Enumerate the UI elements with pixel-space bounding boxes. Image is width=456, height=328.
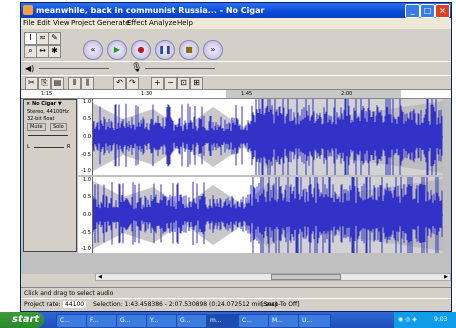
scale-label: 0.0: [83, 134, 91, 140]
track-control-panel[interactable]: × No Cigar ▼ Stereo, 44100Hz 32-bit floa…: [23, 99, 77, 252]
taskbar-item[interactable]: F...: [86, 314, 119, 328]
app-icon: [23, 5, 33, 15]
audacity-window: meanwhile, back in communist Russia... -…: [20, 2, 452, 312]
scale-label: 0.0: [83, 212, 91, 218]
microphone-icon: 🎙: [131, 63, 143, 73]
menu-edit[interactable]: Edit: [37, 19, 51, 27]
waveform-right-channel[interactable]: [93, 177, 443, 253]
pan-left-label: L: [27, 144, 30, 150]
scale-label: 0.5: [83, 116, 91, 122]
taskbar-item[interactable]: C...: [56, 314, 89, 328]
scale-label: 0.5: [83, 194, 91, 200]
skip-end-button[interactable]: »: [203, 40, 223, 60]
pause-button[interactable]: ❚❚: [155, 40, 175, 60]
ruler-tick: 1:30: [141, 91, 153, 97]
pan-slider[interactable]: [34, 147, 64, 148]
solo-button[interactable]: Solo: [50, 123, 67, 131]
amplitude-scale-top: 1.0 0.5 0.0 -0.5 -1.0: [78, 99, 93, 175]
scale-label: -1.0: [81, 168, 91, 174]
skip-start-button[interactable]: «: [83, 40, 103, 60]
menu-view[interactable]: View: [53, 19, 70, 27]
scale-label: -0.5: [81, 230, 91, 236]
maximize-button[interactable]: □: [420, 4, 435, 18]
taskbar-item[interactable]: Y...: [146, 314, 179, 328]
menu-generate[interactable]: Generate: [97, 19, 130, 27]
scale-label: -0.5: [81, 152, 91, 158]
clock: 9:03: [434, 316, 448, 323]
taskbar-item[interactable]: G...: [176, 314, 209, 328]
horizontal-scrollbar[interactable]: ◀ ▶: [95, 273, 451, 281]
snap-status[interactable]: [Snap-To Off]: [261, 301, 299, 308]
menu-analyze[interactable]: Analyze: [149, 19, 177, 27]
status-hint: Click and drag to select audio: [24, 290, 114, 297]
taskbar-item-active[interactable]: m...: [206, 314, 241, 328]
edit-toolbar: ✂ ⎘ ▤ ⫴ ⫼ ↶ ↷ + − ⊡ ⊞: [21, 75, 451, 90]
track-format: 32-bit float: [27, 116, 55, 122]
system-tray: ◉ ◎ ◈ 9:03: [394, 312, 456, 328]
ruler-tick: 1:15: [41, 91, 53, 97]
taskbar: start C... F... G... Y... G... m... C...…: [0, 312, 456, 328]
title-bar[interactable]: meanwhile, back in communist Russia... -…: [21, 3, 451, 18]
project-rate-field[interactable]: 44100: [63, 301, 87, 308]
scroll-left-icon[interactable]: ◀: [96, 274, 104, 280]
scale-label: 1.0: [83, 177, 91, 183]
input-volume-slider[interactable]: [145, 68, 215, 69]
taskbar-item[interactable]: G...: [116, 314, 149, 328]
menu-bar: File Edit View Project Generate Effect A…: [21, 18, 451, 29]
track-info: Stereo, 44100Hz: [27, 109, 69, 115]
ruler-selection: [226, 90, 401, 98]
close-button[interactable]: ×: [435, 4, 450, 18]
scroll-right-icon[interactable]: ▶: [442, 274, 450, 280]
play-button[interactable]: ▶: [107, 40, 127, 60]
selection-bar: Project rate: 44100 Selection: 1:43.4583…: [21, 298, 451, 311]
menu-file[interactable]: File: [23, 19, 35, 27]
mute-button[interactable]: Mute: [27, 123, 46, 131]
output-volume-slider[interactable]: [39, 68, 109, 69]
taskbar-item[interactable]: C...: [238, 314, 271, 328]
selection-info: Selection: 1:43.458386 - 2:07.530898 (0:…: [93, 301, 278, 308]
timeline-ruler[interactable]: 1:15 1:30 1:45 2:00: [21, 89, 451, 99]
track-area: × No Cigar ▼ Stereo, 44100Hz 32-bit floa…: [21, 99, 451, 274]
speaker-icon: ◀): [25, 64, 35, 73]
ruler-tick: 2:00: [341, 91, 353, 97]
taskbar-item[interactable]: U...: [298, 314, 331, 328]
draw-tool-icon[interactable]: ✎: [48, 32, 61, 45]
gain-slider[interactable]: [28, 135, 68, 136]
multi-tool-icon[interactable]: ✱: [48, 45, 61, 58]
pan-right-label: R: [67, 144, 71, 150]
ruler-tick: 1:45: [241, 91, 253, 97]
record-button[interactable]: ●: [131, 40, 151, 60]
scale-label: 1.0: [83, 99, 91, 105]
mixer-toolbar: ◀) 🎙: [21, 61, 451, 75]
tray-icons[interactable]: ◉ ◎ ◈: [398, 312, 417, 328]
waveform-left-channel[interactable]: [93, 99, 443, 175]
minimize-button[interactable]: _: [405, 4, 420, 18]
menu-help[interactable]: Help: [177, 19, 193, 27]
amplitude-scale-bottom: 1.0 0.5 0.0 -0.5 -1.0: [78, 177, 93, 253]
scrollbar-thumb[interactable]: [271, 274, 341, 280]
scale-label: -1.0: [81, 246, 91, 252]
menu-project[interactable]: Project: [71, 19, 95, 27]
menu-effect[interactable]: Effect: [127, 19, 147, 27]
track-name-menu[interactable]: × No Cigar ▼: [26, 101, 62, 107]
window-title: meanwhile, back in communist Russia... -…: [36, 6, 265, 15]
taskbar-item[interactable]: M...: [268, 314, 301, 328]
stop-button[interactable]: ■: [179, 40, 199, 60]
hint-bar: Click and drag to select audio: [21, 287, 451, 298]
start-button[interactable]: start: [0, 312, 44, 328]
project-rate-label: Project rate:: [24, 301, 61, 308]
